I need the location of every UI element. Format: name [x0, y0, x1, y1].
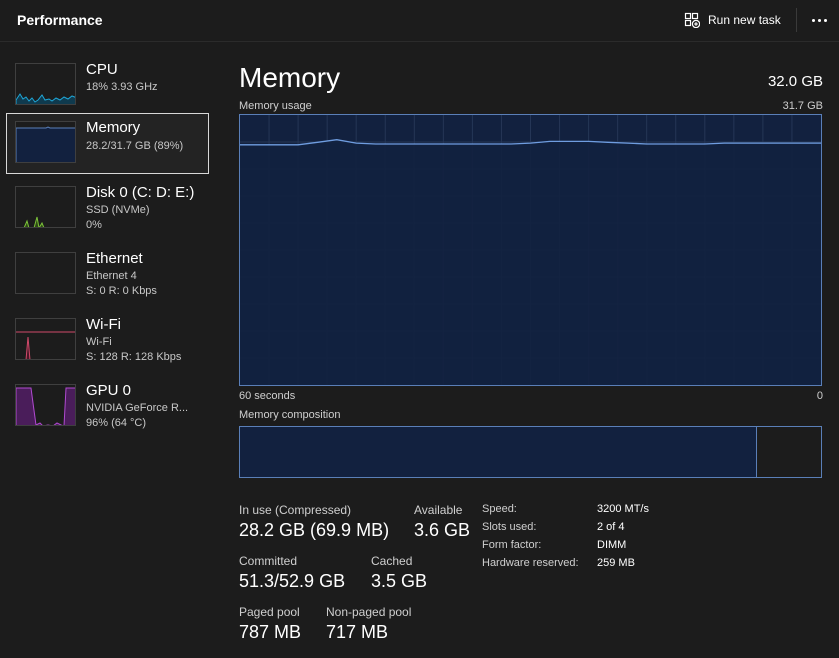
hardware-label: Slots used:: [482, 521, 537, 533]
run-task-icon: [684, 12, 700, 28]
memory-composition-bar: [239, 426, 822, 478]
disk-thumbnail-graph: [15, 186, 76, 228]
sidebar-item-disk[interactable]: Disk 0 (C: D: E:) SSD (NVMe) 0%: [6, 178, 209, 239]
memory-usage-area: [240, 139, 821, 385]
stat-value: 787 MB: [239, 622, 302, 642]
sidebar-item-detail: S: 0 R: 0 Kbps: [86, 285, 157, 297]
sidebar-item-detail: NVIDIA GeForce R...: [86, 402, 189, 414]
stat-in-use: In use (Compressed) 28.2 GB (69.9 MB): [239, 503, 389, 541]
stat-value: 3.6 GB: [414, 520, 471, 540]
stat-value: 28.2 GB (69.9 MB): [239, 520, 390, 540]
stat-label: Cached: [371, 554, 413, 568]
more-dot-icon: [823, 18, 827, 22]
ethernet-thumbnail-graph: [15, 252, 76, 294]
more-dot-icon: [817, 18, 821, 22]
stat-available: Available 3.6 GB: [414, 503, 470, 541]
sidebar-item-detail: 18% 3.93 GHz: [86, 81, 158, 93]
hardware-value: DIMM: [597, 539, 627, 551]
sidebar-item-title: Memory: [86, 119, 141, 136]
page-title: Performance: [17, 12, 103, 28]
sidebar-item-detail: Wi-Fi: [86, 336, 112, 348]
more-dot-icon: [811, 18, 815, 22]
hardware-label: Speed:: [482, 503, 517, 515]
stat-value: 717 MB: [326, 622, 389, 642]
sidebar-item-title: CPU: [86, 61, 118, 78]
run-new-task-label: Run new task: [708, 13, 781, 27]
hardware-value: 259 MB: [597, 557, 635, 569]
stat-label: Available: [414, 503, 463, 517]
sidebar-item-title: Wi-Fi: [86, 316, 121, 333]
hardware-label: Hardware reserved:: [482, 557, 579, 569]
total-memory: 32.0 GB: [767, 73, 823, 90]
sidebar-item-ethernet[interactable]: Ethernet Ethernet 4 S: 0 R: 0 Kbps: [6, 244, 209, 305]
sidebar-item-detail: 28.2/31.7 GB (89%): [86, 140, 184, 152]
run-new-task-button[interactable]: Run new task: [684, 10, 781, 30]
hardware-value: 2 of 4: [597, 521, 625, 533]
sidebar-item-title: GPU 0: [86, 382, 132, 399]
memory-usage-label: Memory usage: [239, 100, 312, 112]
sidebar-item-detail: Ethernet 4: [86, 270, 137, 282]
sidebar-item-gpu[interactable]: GPU 0 NVIDIA GeForce R... 96% (64 °C): [6, 376, 209, 437]
stat-label: Paged pool: [239, 605, 300, 619]
stat-label: Non-paged pool: [326, 605, 412, 619]
sidebar-item-wifi[interactable]: Wi-Fi Wi-Fi S: 128 R: 128 Kbps: [6, 310, 209, 371]
memory-usage-chart: [239, 114, 822, 386]
title-bar: Performance Run new task: [0, 0, 839, 42]
time-end-label: 0: [816, 390, 823, 402]
stat-value: 3.5 GB: [371, 571, 428, 591]
sidebar-item-memory[interactable]: Memory 28.2/31.7 GB (89%): [6, 113, 209, 174]
sidebar-item-cpu[interactable]: CPU 18% 3.93 GHz: [6, 55, 209, 116]
stat-non-paged-pool: Non-paged pool 717 MB: [326, 605, 411, 643]
stat-label: In use (Compressed): [239, 503, 352, 517]
sidebar-item-title: Disk 0 (C: D: E:): [86, 184, 195, 201]
hardware-label: Form factor:: [482, 539, 542, 551]
header-divider: [796, 8, 797, 32]
cpu-thumbnail-graph: [15, 63, 76, 105]
sidebar-item-detail: 0%: [86, 219, 102, 231]
memory-heading: Memory: [239, 62, 341, 93]
memory-composition-label: Memory composition: [239, 409, 341, 421]
time-span-label: 60 seconds: [239, 390, 296, 402]
stat-committed: Committed 51.3/52.9 GB: [239, 554, 345, 592]
memory-thumbnail-graph: [15, 121, 76, 163]
more-options-button[interactable]: [808, 12, 830, 28]
stat-cached: Cached 3.5 GB: [371, 554, 427, 592]
sidebar-item-detail: SSD (NVMe): [86, 204, 150, 216]
stat-paged-pool: Paged pool 787 MB: [239, 605, 301, 643]
stat-label: Committed: [239, 554, 298, 568]
wifi-thumbnail-graph: [15, 318, 76, 360]
sidebar-item-detail: S: 128 R: 128 Kbps: [86, 351, 182, 363]
composition-in-use-segment: [240, 427, 758, 477]
memory-usage-max: 31.7 GB: [782, 100, 823, 112]
sidebar-item-title: Ethernet: [86, 250, 143, 267]
gpu-thumbnail-graph: [15, 384, 76, 426]
hardware-value: 3200 MT/s: [597, 503, 649, 515]
sidebar-item-detail: 96% (64 °C): [86, 417, 147, 429]
memory-usage-plot: [240, 115, 821, 385]
stat-value: 51.3/52.9 GB: [239, 571, 346, 591]
